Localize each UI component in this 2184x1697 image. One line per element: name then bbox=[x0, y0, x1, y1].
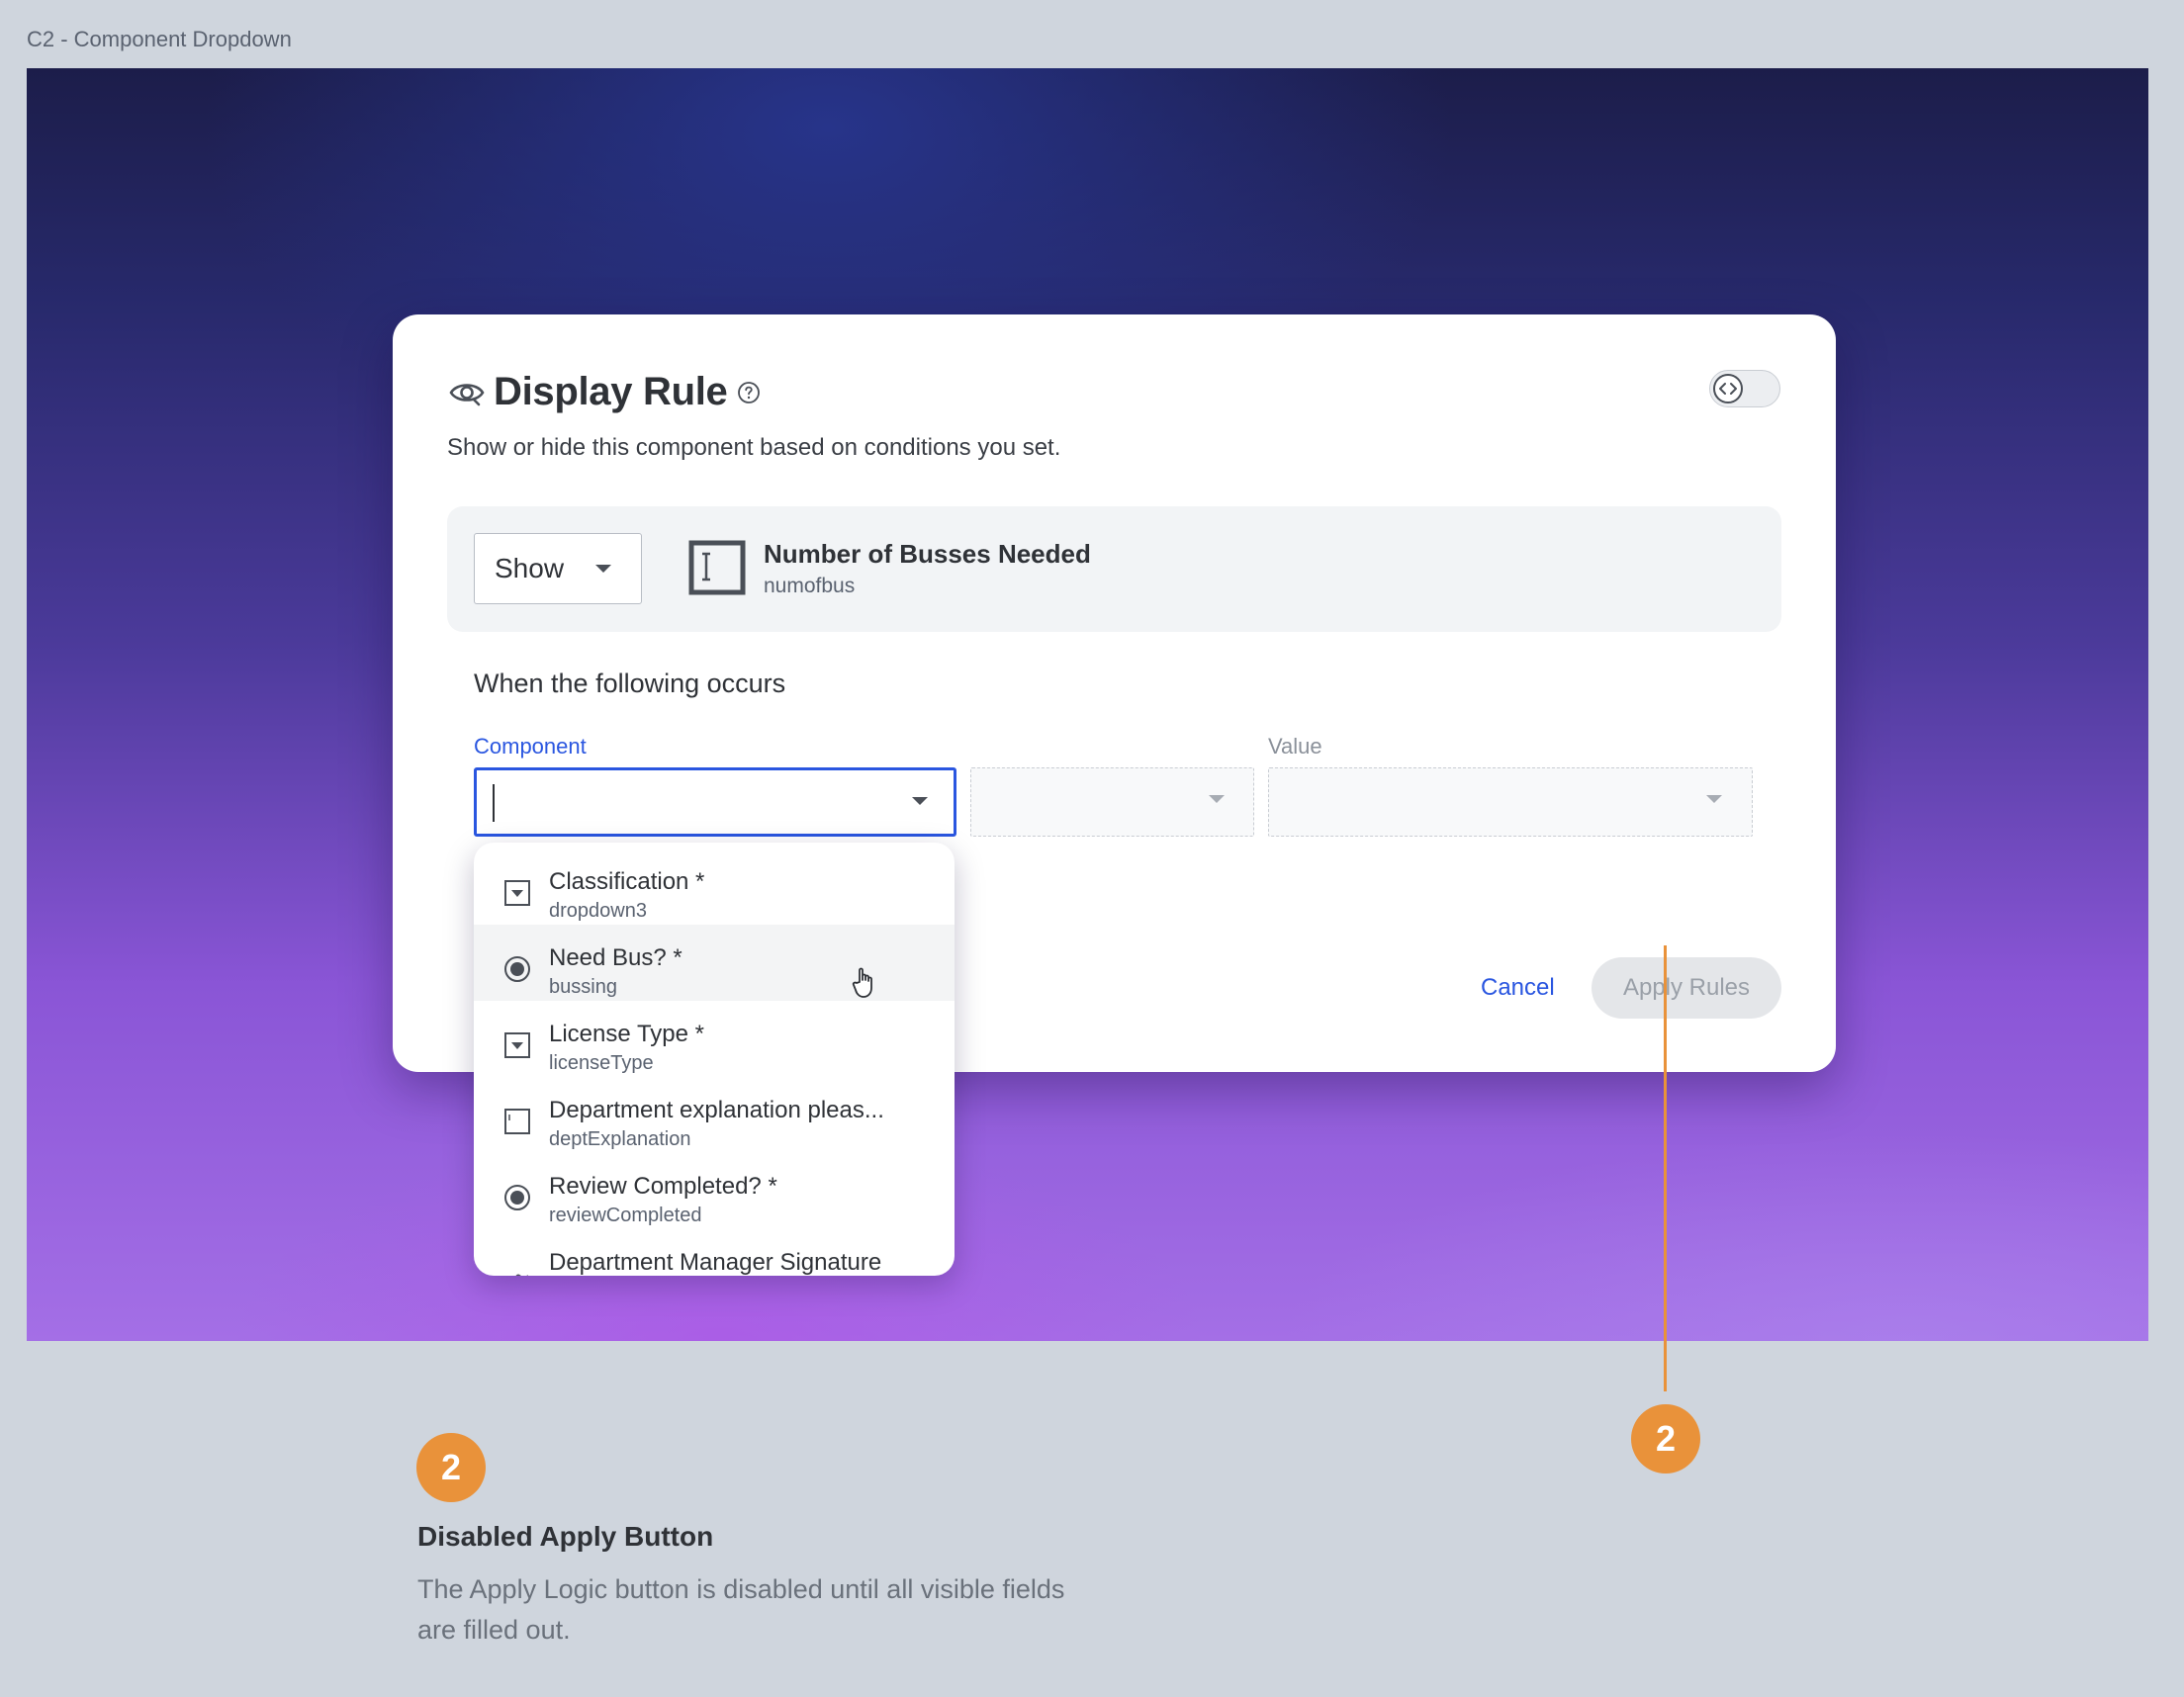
option-key: bussing bbox=[549, 976, 617, 998]
value-select[interactable] bbox=[1268, 767, 1753, 837]
option-name: Department Manager Signature bbox=[549, 1249, 882, 1276]
apply-rules-button[interactable]: Apply Rules bbox=[1592, 957, 1781, 1019]
dropdown-option[interactable]: Review Completed? * reviewCompleted bbox=[474, 1153, 955, 1229]
option-name: Review Completed? * bbox=[549, 1173, 777, 1200]
option-key: dropdown3 bbox=[549, 900, 647, 922]
option-key: deptExplanation bbox=[549, 1128, 691, 1150]
textarea-icon bbox=[504, 1109, 530, 1134]
text-cursor bbox=[493, 784, 495, 822]
radio-icon bbox=[504, 956, 530, 982]
show-hide-select[interactable]: Show bbox=[474, 533, 642, 604]
eye-icon bbox=[449, 383, 485, 405]
dropdown-option[interactable]: License Type * licenseType bbox=[474, 1001, 955, 1077]
modal-title: Display Rule bbox=[494, 370, 728, 413]
show-hide-value: Show bbox=[495, 553, 565, 583]
dropdown-option[interactable]: Need Bus? * bussing bbox=[474, 925, 955, 1001]
modal-subtitle: Show or hide this component based on con… bbox=[447, 434, 1061, 461]
frame-label: C2 - Component Dropdown bbox=[27, 27, 292, 51]
callout-marker: 2 bbox=[1631, 1404, 1700, 1474]
code-view-toggle[interactable] bbox=[1709, 370, 1780, 407]
target-field-name: Number of Busses Needed bbox=[764, 539, 1091, 569]
target-component-panel: Show Number of Busses Needed numofbus bbox=[447, 506, 1781, 632]
canvas-background: Display Rule Show or hide this component… bbox=[27, 68, 2148, 1341]
text-field-icon bbox=[688, 540, 746, 595]
dropdown-option[interactable]: Classification * dropdown3 bbox=[474, 848, 955, 925]
option-key: reviewCompleted bbox=[549, 1205, 702, 1226]
cancel-button[interactable]: Cancel bbox=[1481, 974, 1555, 1002]
component-label: Component bbox=[474, 734, 587, 759]
radio-icon bbox=[504, 1185, 530, 1210]
dropdown-option[interactable]: Department explanation pleas... deptExpl… bbox=[474, 1077, 955, 1153]
dropdown-option[interactable]: Department Manager Signature bbox=[474, 1229, 955, 1276]
annotation-description: The Apply Logic button is disabled until… bbox=[417, 1574, 1065, 1645]
signature-icon bbox=[515, 1274, 528, 1276]
callout-line bbox=[1664, 945, 1667, 1391]
operator-select[interactable] bbox=[970, 767, 1254, 837]
option-name: Classification * bbox=[549, 868, 705, 895]
chevron-down-icon bbox=[1209, 795, 1225, 803]
component-input[interactable] bbox=[474, 767, 956, 837]
option-name: Need Bus? * bbox=[549, 944, 682, 971]
option-name: Department explanation pleas... bbox=[549, 1097, 884, 1123]
dropdown-icon bbox=[504, 1032, 530, 1058]
modal-header: Display Rule bbox=[448, 370, 761, 414]
help-icon[interactable] bbox=[737, 381, 761, 404]
option-key: licenseType bbox=[549, 1052, 654, 1074]
pointer-hand-icon bbox=[852, 967, 872, 998]
condition-heading: When the following occurs bbox=[474, 669, 786, 698]
option-name: License Type * bbox=[549, 1021, 704, 1047]
annotation-number-badge: 2 bbox=[416, 1433, 486, 1502]
chevron-down-icon bbox=[595, 565, 611, 573]
target-field-key: numofbus bbox=[764, 575, 856, 597]
value-label: Value bbox=[1268, 734, 1322, 759]
chevron-down-icon bbox=[1706, 795, 1722, 803]
annotation-title: Disabled Apply Button bbox=[417, 1521, 714, 1552]
dropdown-icon bbox=[504, 880, 530, 906]
code-icon bbox=[1713, 374, 1743, 403]
component-dropdown-menu: Classification * dropdown3 Need Bus? * b… bbox=[474, 843, 955, 1276]
chevron-down-icon[interactable] bbox=[912, 797, 928, 805]
